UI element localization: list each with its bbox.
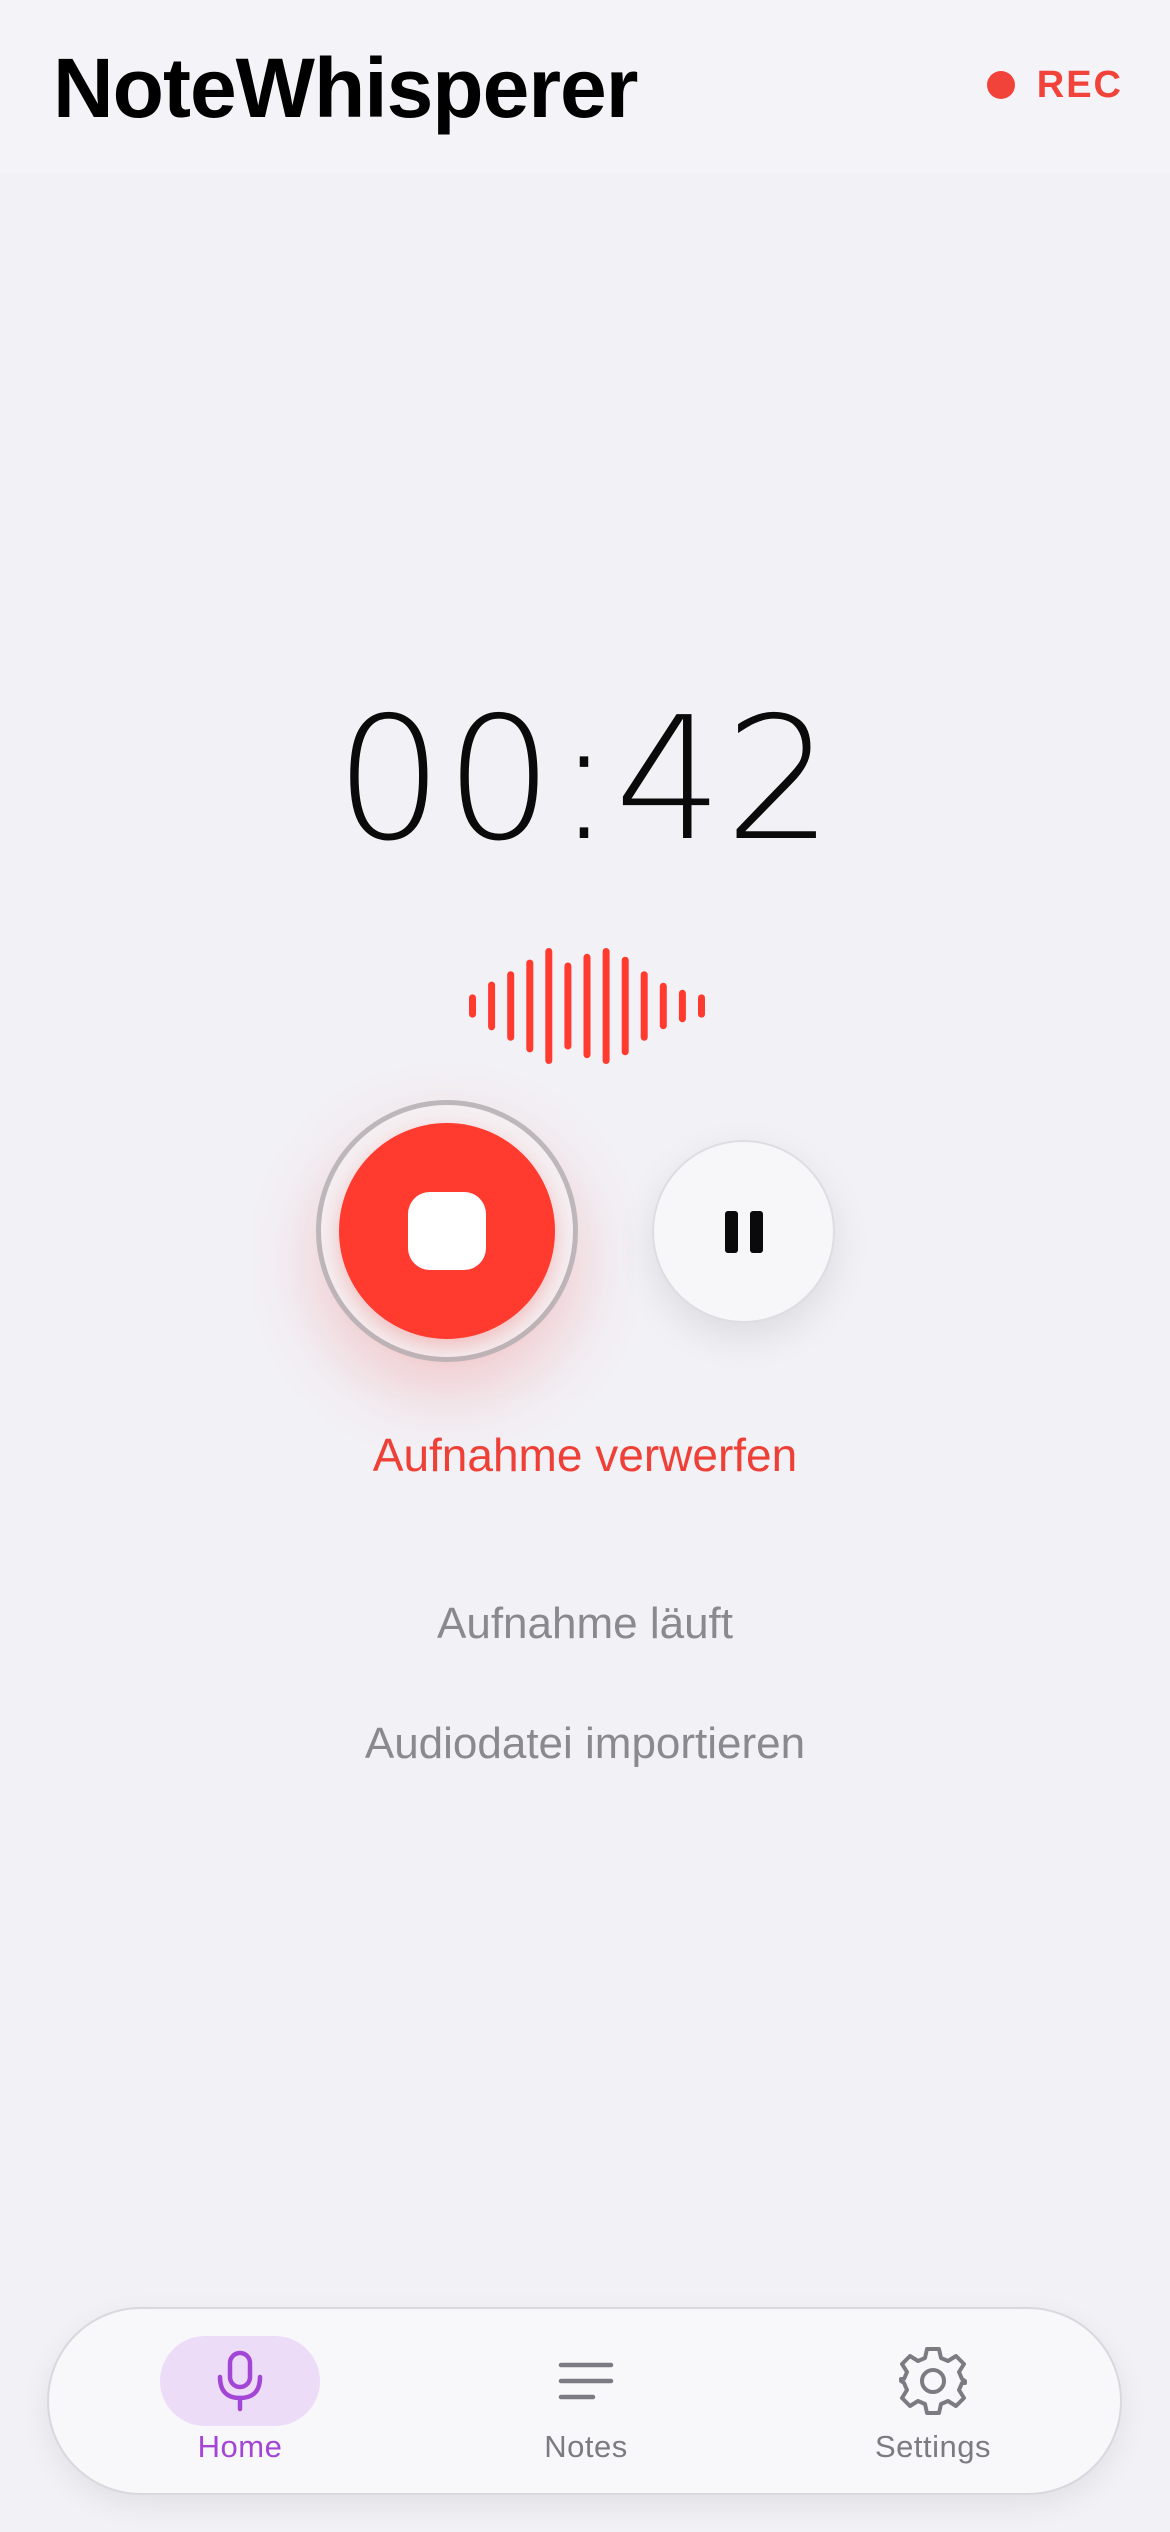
stop-icon: [408, 1192, 486, 1270]
waveform-bar: [583, 953, 591, 1059]
recording-dot-icon: [986, 71, 1015, 99]
waveform-bar: [564, 962, 572, 1050]
recording-indicator: REC: [986, 60, 1123, 110]
waveform-bar: [698, 994, 705, 1018]
tab-notes-label: Notes: [544, 2429, 628, 2464]
pause-recording-button[interactable]: [652, 1140, 835, 1323]
list-icon: [558, 2362, 614, 2400]
gear-icon: [899, 2347, 967, 2415]
audio-waveform-icon: [469, 948, 705, 1064]
waveform-bar: [488, 981, 496, 1031]
recording-controls: [0, 1100, 1170, 1370]
bottom-tab-bar: Home Notes Settings: [47, 2307, 1122, 2495]
waveform-bar: [678, 989, 686, 1023]
elapsed-timer: 00:42: [335, 681, 835, 879]
stop-button-ring: [316, 1100, 578, 1362]
tab-home[interactable]: Home: [120, 2309, 360, 2497]
mic-icon: [217, 2350, 263, 2412]
tab-home-label: Home: [197, 2429, 283, 2464]
tab-notes-icon-wrap: [506, 2336, 666, 2426]
waveform-bar: [621, 956, 629, 1056]
waveform-bar: [659, 982, 667, 1030]
waveform-bar: [469, 994, 476, 1018]
tab-settings-icon-wrap: [853, 2336, 1013, 2426]
app-header: NoteWhisperer REC: [0, 0, 1170, 175]
tab-settings-label: Settings: [874, 2429, 991, 2464]
recording-label: REC: [1036, 63, 1123, 106]
app-title: NoteWhisperer: [53, 41, 638, 135]
waveform-bar: [526, 959, 534, 1053]
pause-icon: [724, 1210, 763, 1253]
waveform-bar: [640, 971, 648, 1041]
tab-home-highlight: [160, 2336, 320, 2426]
waveform-bar: [507, 971, 515, 1041]
waveform-bar: [545, 948, 553, 1064]
import-audio-file-button[interactable]: Audiodatei importieren: [0, 1714, 1170, 1774]
recording-status-text: Aufnahme läuft: [437, 1599, 733, 1648]
tab-settings[interactable]: Settings: [813, 2309, 1053, 2497]
tab-notes[interactable]: Notes: [466, 2309, 706, 2497]
stop-recording-button[interactable]: [339, 1123, 555, 1339]
waveform-bar: [602, 948, 610, 1064]
discard-recording-button[interactable]: Aufnahme verwerfen: [0, 1425, 1170, 1485]
